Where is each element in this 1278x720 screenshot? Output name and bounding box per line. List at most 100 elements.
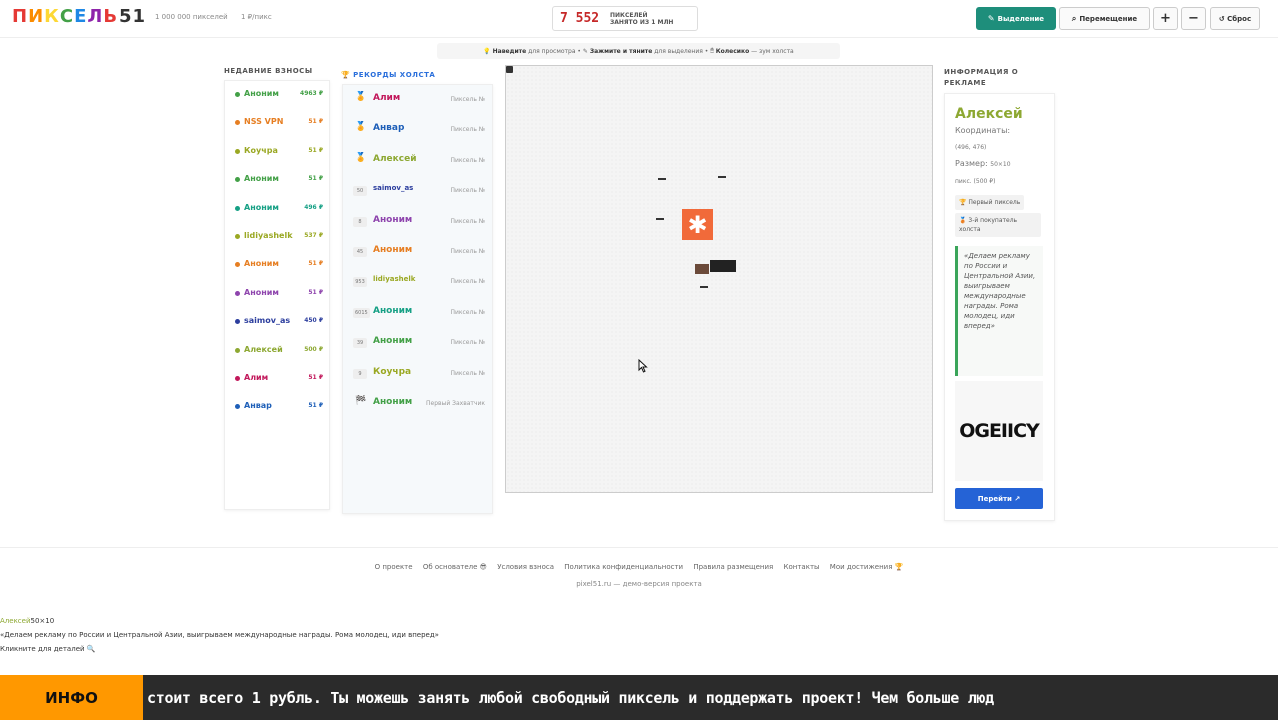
footer-links: О проекте Об основателе 😎 Условия взноса… (0, 563, 1278, 571)
pixel-block[interactable] (700, 286, 708, 288)
first-pixel-chip: 🏆 Первый пиксель (955, 195, 1025, 210)
recent-contribution-row[interactable]: Аноним 496 ₽ (225, 196, 329, 224)
logo[interactable]: ПИКСЕЛЬ (12, 6, 118, 27)
record-row[interactable]: 6015 Аноним Пиксель № (343, 299, 493, 329)
contributor-name: Анвар (244, 401, 272, 411)
medal-icon: 🏅 (355, 122, 367, 133)
record-row[interactable]: 39 Аноним Пиксель № (343, 329, 493, 359)
canvas-corner-marker (506, 66, 513, 73)
pixel-block[interactable] (656, 218, 664, 220)
contributor-name: saimov_as (244, 316, 291, 326)
reset-button[interactable]: ↺ Сброс (1210, 7, 1260, 30)
records-panel: 🏅 Алим Пиксель № 🏅 Анвар Пиксель № 🏅 Алексей Пик… (342, 84, 493, 514)
color-dot-icon (235, 319, 240, 325)
contributor-name: Алим (244, 373, 269, 382)
record-meta: Пиксель № (450, 126, 485, 134)
rank-badge: 8 (353, 216, 367, 227)
record-meta: Пиксель № (450, 369, 485, 377)
go-to-ad-button[interactable]: Перейти ↗ (955, 488, 1043, 509)
recent-contribution-row[interactable]: Анвар 51 ₽ (225, 394, 329, 422)
pixel-block[interactable] (658, 178, 666, 180)
record-row[interactable]: 953 lidiyashelk Пиксель № (343, 268, 493, 298)
counter-label-bottom: ЗАНЯТО ИЗ 1 МЛН (610, 19, 674, 26)
size-price: пикс. (500 ₽) (955, 178, 996, 185)
recent-contribution-row[interactable]: NSS VPN 51 ₽ (225, 110, 329, 138)
record-row[interactable]: 9 Коучра Пиксель № (343, 360, 493, 390)
hint-drag: для выделения • (654, 47, 709, 55)
move-mode-label: Перемещение (1079, 14, 1138, 23)
record-row[interactable]: 🏅 Анвар Пиксель № (343, 116, 493, 146)
rank-badge: 39 (353, 338, 367, 349)
recent-contribution-row[interactable]: Аноним 51 ₽ (225, 281, 329, 309)
pixel-canvas[interactable]: ✱ (505, 65, 933, 493)
recent-contribution-row[interactable]: Аноним 51 ₽ (225, 252, 329, 280)
record-row[interactable]: 🏅 Алексей Пиксель № (343, 147, 493, 177)
record-row[interactable]: 🏁 Аноним Первый Захватчик (343, 390, 493, 420)
medal-icon: 🏅 (355, 92, 367, 102)
color-dot-icon (235, 404, 240, 410)
recent-contribution-row[interactable]: Аноним 4963 ₽ (225, 82, 329, 110)
recent-contribution-row[interactable]: Алим 51 ₽ (225, 366, 329, 394)
select-mode-label: Выделение (997, 14, 1045, 23)
record-holder-name: Аноним (373, 214, 413, 225)
move-mode-button[interactable]: ⌕ Перемещение (1059, 7, 1150, 30)
contributor-name: Аноним (244, 202, 279, 212)
hint-wheel: — зум холста (751, 47, 794, 55)
record-holder-name: saimov_as (373, 184, 414, 193)
trophy-icon: 🏆 (341, 71, 351, 79)
record-row[interactable]: 50 saimov_as Пиксель № (343, 177, 493, 207)
record-holder-name: Алексей (373, 153, 417, 164)
contribution-amount: 4963 ₽ (300, 90, 323, 97)
contributor-name: Коучра (244, 145, 278, 155)
contribution-amount: 51 ₽ (308, 175, 323, 183)
zoom-in-button[interactable]: + (1153, 7, 1178, 30)
record-holder-name: Аноним (373, 245, 413, 255)
contributor-name: NSS VPN (244, 117, 284, 127)
logo-ad-block[interactable] (710, 260, 736, 272)
asterisk-ad-block[interactable]: ✱ (682, 209, 713, 240)
ad-info-title: ИНФОРМАЦИЯ О РЕКЛАМЕ (944, 68, 1019, 87)
contributor-name: Аноним (244, 89, 279, 98)
contributor-name: Аноним (244, 174, 279, 184)
footer-link-achievements[interactable]: Мои достижения 🏆 (830, 563, 904, 571)
color-dot-icon (235, 120, 240, 126)
contributor-name: lidiyashelk (244, 231, 293, 240)
record-meta: Пиксель № (450, 339, 485, 347)
ad-quote: «Делаем рекламу по России и Центральной … (955, 246, 1043, 376)
record-holder-name: Анвар (373, 123, 405, 134)
tooltip-size: 50×10 (30, 617, 55, 625)
recent-contribution-row[interactable]: lidiyashelk 537 ₽ (225, 224, 329, 252)
size-value: 50×10 (990, 161, 1011, 168)
records-title: 🏆 РЕКОРДЫ ХОЛСТА (341, 71, 435, 79)
footer-link-privacy[interactable]: Политика конфиденциальности (564, 563, 683, 571)
contribution-amount: 51 ₽ (308, 146, 323, 154)
recent-contribution-row[interactable]: Аноним 51 ₽ (225, 167, 329, 195)
select-mode-button[interactable]: ✎ Выделение (976, 7, 1056, 30)
recent-contribution-row[interactable]: Коучра 51 ₽ (225, 139, 329, 167)
photo-ad-block[interactable] (695, 264, 709, 274)
footer-link-founder[interactable]: Об основателе 😎 (423, 563, 487, 571)
tooltip-hint: Кликните для деталей 🔍 (0, 645, 96, 653)
recent-contribution-row[interactable]: saimov_as 450 ₽ (225, 309, 329, 337)
record-row[interactable]: 🏅 Алим Пиксель № (343, 86, 493, 116)
footer-link-about[interactable]: О проекте (375, 563, 413, 571)
rank-badge: 45 (353, 247, 367, 257)
ticker-tag: ИНФО (0, 675, 143, 720)
contribution-amount: 51 ₽ (308, 288, 323, 296)
footer-link-terms[interactable]: Условия взноса (497, 563, 554, 571)
pixel-block[interactable] (718, 176, 726, 178)
hover-tooltip-title: Алексей50×10 (0, 617, 54, 625)
record-row[interactable]: 8 Аноним Пиксель № (343, 208, 493, 238)
logo-letter: С (59, 6, 75, 27)
footer-link-rules[interactable]: Правила размещения (693, 563, 773, 571)
record-meta: Пиксель № (450, 308, 485, 316)
coords-label: Координаты: (955, 126, 1011, 135)
footer-note: pixel51.ru — демо-версия проекта (576, 580, 702, 588)
record-row[interactable]: 45 Аноним Пиксель № (343, 238, 493, 268)
footer-link-contacts[interactable]: Контакты (784, 563, 820, 571)
zoom-out-button[interactable]: − (1181, 7, 1206, 30)
color-dot-icon (235, 262, 240, 268)
rank-badge: 6015 (353, 307, 370, 318)
recent-contribution-row[interactable]: Алексей 500 ₽ (225, 338, 329, 366)
logo-letter: П (12, 6, 29, 27)
